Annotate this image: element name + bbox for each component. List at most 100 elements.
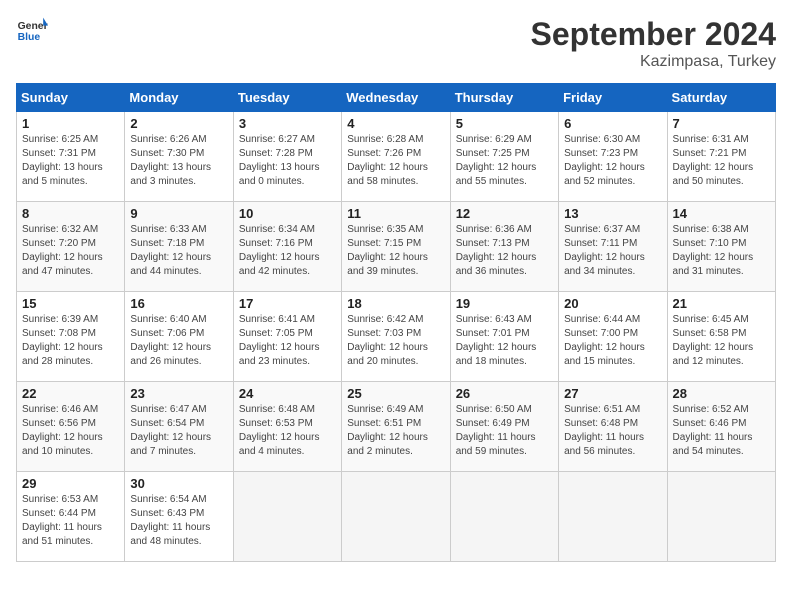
logo-icon: General Blue: [16, 16, 48, 44]
day-info: Sunrise: 6:44 AMSunset: 7:00 PMDaylight:…: [564, 314, 645, 367]
day-info: Sunrise: 6:50 AMSunset: 6:49 PMDaylight:…: [456, 404, 536, 457]
day-number: 12: [456, 206, 553, 221]
day-info: Sunrise: 6:28 AMSunset: 7:26 PMDaylight:…: [347, 134, 428, 187]
calendar-cell: 8 Sunrise: 6:32 AMSunset: 7:20 PMDayligh…: [17, 202, 125, 292]
day-number: 3: [239, 116, 336, 131]
calendar-cell: [233, 472, 341, 562]
day-info: Sunrise: 6:45 AMSunset: 6:58 PMDaylight:…: [673, 314, 754, 367]
weekday-header-sunday: Sunday: [17, 84, 125, 112]
calendar-cell: 10 Sunrise: 6:34 AMSunset: 7:16 PMDaylig…: [233, 202, 341, 292]
day-info: Sunrise: 6:32 AMSunset: 7:20 PMDaylight:…: [22, 224, 103, 277]
day-info: Sunrise: 6:27 AMSunset: 7:28 PMDaylight:…: [239, 134, 320, 187]
day-info: Sunrise: 6:31 AMSunset: 7:21 PMDaylight:…: [673, 134, 754, 187]
day-info: Sunrise: 6:30 AMSunset: 7:23 PMDaylight:…: [564, 134, 645, 187]
day-number: 24: [239, 386, 336, 401]
day-number: 27: [564, 386, 661, 401]
day-info: Sunrise: 6:43 AMSunset: 7:01 PMDaylight:…: [456, 314, 537, 367]
calendar-cell: 3 Sunrise: 6:27 AMSunset: 7:28 PMDayligh…: [233, 112, 341, 202]
day-info: Sunrise: 6:52 AMSunset: 6:46 PMDaylight:…: [673, 404, 753, 457]
month-title: September 2024: [531, 16, 776, 53]
day-number: 1: [22, 116, 119, 131]
calendar-cell: 30 Sunrise: 6:54 AMSunset: 6:43 PMDaylig…: [125, 472, 233, 562]
calendar-cell: 18 Sunrise: 6:42 AMSunset: 7:03 PMDaylig…: [342, 292, 450, 382]
weekday-header-monday: Monday: [125, 84, 233, 112]
calendar-cell: 19 Sunrise: 6:43 AMSunset: 7:01 PMDaylig…: [450, 292, 558, 382]
day-info: Sunrise: 6:26 AMSunset: 7:30 PMDaylight:…: [130, 134, 211, 187]
day-info: Sunrise: 6:25 AMSunset: 7:31 PMDaylight:…: [22, 134, 103, 187]
day-info: Sunrise: 6:51 AMSunset: 6:48 PMDaylight:…: [564, 404, 644, 457]
calendar-cell: 5 Sunrise: 6:29 AMSunset: 7:25 PMDayligh…: [450, 112, 558, 202]
calendar-cell: 17 Sunrise: 6:41 AMSunset: 7:05 PMDaylig…: [233, 292, 341, 382]
calendar-cell: 25 Sunrise: 6:49 AMSunset: 6:51 PMDaylig…: [342, 382, 450, 472]
calendar-cell: [342, 472, 450, 562]
weekday-header-saturday: Saturday: [667, 84, 775, 112]
day-number: 28: [673, 386, 770, 401]
day-number: 20: [564, 296, 661, 311]
day-number: 15: [22, 296, 119, 311]
day-info: Sunrise: 6:49 AMSunset: 6:51 PMDaylight:…: [347, 404, 428, 457]
day-info: Sunrise: 6:39 AMSunset: 7:08 PMDaylight:…: [22, 314, 103, 367]
calendar-cell: 29 Sunrise: 6:53 AMSunset: 6:44 PMDaylig…: [17, 472, 125, 562]
day-number: 10: [239, 206, 336, 221]
calendar-cell: 6 Sunrise: 6:30 AMSunset: 7:23 PMDayligh…: [559, 112, 667, 202]
day-number: 22: [22, 386, 119, 401]
day-number: 23: [130, 386, 227, 401]
calendar-cell: 16 Sunrise: 6:40 AMSunset: 7:06 PMDaylig…: [125, 292, 233, 382]
day-info: Sunrise: 6:36 AMSunset: 7:13 PMDaylight:…: [456, 224, 537, 277]
day-number: 30: [130, 476, 227, 491]
day-info: Sunrise: 6:54 AMSunset: 6:43 PMDaylight:…: [130, 494, 210, 547]
day-info: Sunrise: 6:33 AMSunset: 7:18 PMDaylight:…: [130, 224, 211, 277]
calendar-cell: 13 Sunrise: 6:37 AMSunset: 7:11 PMDaylig…: [559, 202, 667, 292]
calendar-table: SundayMondayTuesdayWednesdayThursdayFrid…: [16, 83, 776, 562]
calendar-cell: 11 Sunrise: 6:35 AMSunset: 7:15 PMDaylig…: [342, 202, 450, 292]
day-number: 5: [456, 116, 553, 131]
day-info: Sunrise: 6:53 AMSunset: 6:44 PMDaylight:…: [22, 494, 102, 547]
calendar-cell: [450, 472, 558, 562]
weekday-header-thursday: Thursday: [450, 84, 558, 112]
calendar-cell: 15 Sunrise: 6:39 AMSunset: 7:08 PMDaylig…: [17, 292, 125, 382]
day-number: 13: [564, 206, 661, 221]
day-number: 26: [456, 386, 553, 401]
day-info: Sunrise: 6:42 AMSunset: 7:03 PMDaylight:…: [347, 314, 428, 367]
day-number: 9: [130, 206, 227, 221]
day-number: 18: [347, 296, 444, 311]
day-number: 2: [130, 116, 227, 131]
day-number: 16: [130, 296, 227, 311]
day-number: 7: [673, 116, 770, 131]
day-info: Sunrise: 6:38 AMSunset: 7:10 PMDaylight:…: [673, 224, 754, 277]
day-number: 19: [456, 296, 553, 311]
calendar-cell: 7 Sunrise: 6:31 AMSunset: 7:21 PMDayligh…: [667, 112, 775, 202]
calendar-cell: 28 Sunrise: 6:52 AMSunset: 6:46 PMDaylig…: [667, 382, 775, 472]
calendar-cell: 2 Sunrise: 6:26 AMSunset: 7:30 PMDayligh…: [125, 112, 233, 202]
calendar-cell: [559, 472, 667, 562]
calendar-cell: 24 Sunrise: 6:48 AMSunset: 6:53 PMDaylig…: [233, 382, 341, 472]
location-title: Kazimpasa, Turkey: [531, 53, 776, 71]
day-number: 14: [673, 206, 770, 221]
svg-text:Blue: Blue: [18, 32, 41, 43]
day-number: 6: [564, 116, 661, 131]
day-info: Sunrise: 6:40 AMSunset: 7:06 PMDaylight:…: [130, 314, 211, 367]
calendar-cell: 4 Sunrise: 6:28 AMSunset: 7:26 PMDayligh…: [342, 112, 450, 202]
day-number: 25: [347, 386, 444, 401]
calendar-cell: 9 Sunrise: 6:33 AMSunset: 7:18 PMDayligh…: [125, 202, 233, 292]
calendar-cell: 20 Sunrise: 6:44 AMSunset: 7:00 PMDaylig…: [559, 292, 667, 382]
calendar-cell: 27 Sunrise: 6:51 AMSunset: 6:48 PMDaylig…: [559, 382, 667, 472]
header: General Blue September 2024 Kazimpasa, T…: [16, 16, 776, 71]
logo: General Blue: [16, 16, 48, 44]
calendar-cell: 14 Sunrise: 6:38 AMSunset: 7:10 PMDaylig…: [667, 202, 775, 292]
calendar-cell: 1 Sunrise: 6:25 AMSunset: 7:31 PMDayligh…: [17, 112, 125, 202]
day-info: Sunrise: 6:48 AMSunset: 6:53 PMDaylight:…: [239, 404, 320, 457]
calendar-cell: 12 Sunrise: 6:36 AMSunset: 7:13 PMDaylig…: [450, 202, 558, 292]
weekday-header-friday: Friday: [559, 84, 667, 112]
day-info: Sunrise: 6:47 AMSunset: 6:54 PMDaylight:…: [130, 404, 211, 457]
day-number: 21: [673, 296, 770, 311]
day-number: 29: [22, 476, 119, 491]
day-number: 11: [347, 206, 444, 221]
day-info: Sunrise: 6:29 AMSunset: 7:25 PMDaylight:…: [456, 134, 537, 187]
day-info: Sunrise: 6:34 AMSunset: 7:16 PMDaylight:…: [239, 224, 320, 277]
day-info: Sunrise: 6:37 AMSunset: 7:11 PMDaylight:…: [564, 224, 645, 277]
calendar-cell: 21 Sunrise: 6:45 AMSunset: 6:58 PMDaylig…: [667, 292, 775, 382]
day-info: Sunrise: 6:35 AMSunset: 7:15 PMDaylight:…: [347, 224, 428, 277]
calendar-cell: 26 Sunrise: 6:50 AMSunset: 6:49 PMDaylig…: [450, 382, 558, 472]
day-number: 17: [239, 296, 336, 311]
